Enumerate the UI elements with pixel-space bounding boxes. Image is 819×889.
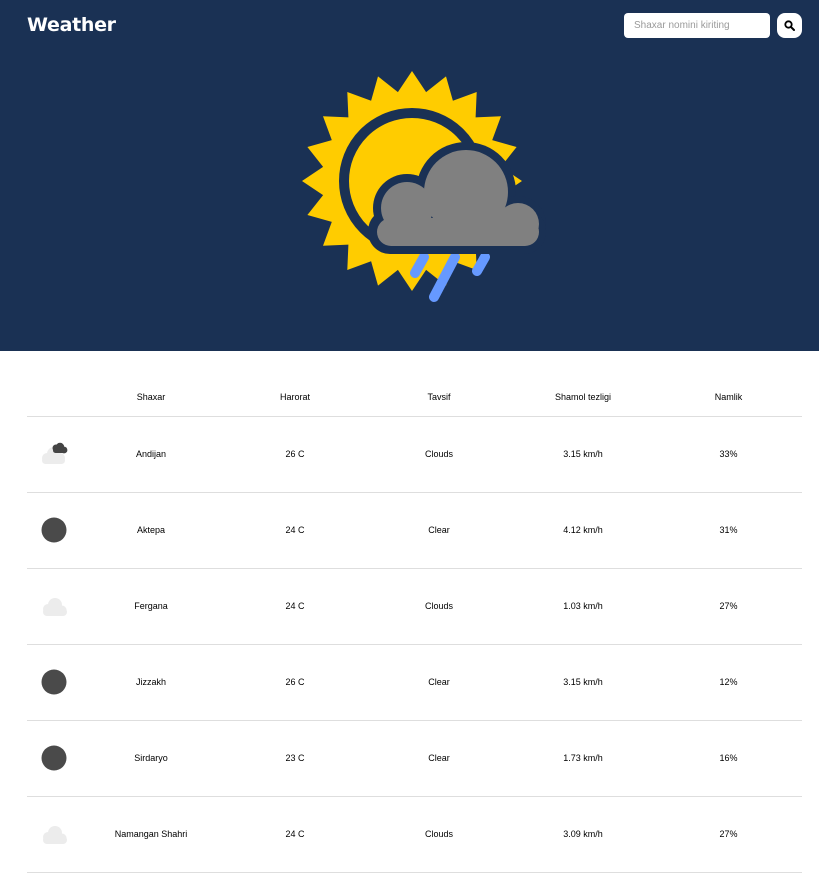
wind-speed-cell: 3.09 km/h — [511, 796, 655, 873]
table-header-row: Shaxar Harorat Tavsif Shamol tezligi Nam… — [27, 379, 802, 417]
search-button[interactable] — [777, 13, 802, 38]
weather-icon-cell — [27, 720, 79, 797]
humidity-cell: 12% — [655, 644, 802, 721]
table-row: Andijan 26 C Clouds 3.15 km/h 33% — [27, 416, 802, 493]
weather-icon-cell — [27, 796, 79, 873]
header-city: Shaxar — [79, 379, 223, 417]
humidity-cell: 31% — [655, 492, 802, 569]
description-cell: Clouds — [367, 568, 511, 645]
header-description: Tavsif — [367, 379, 511, 417]
wind-speed-cell: 4.12 km/h — [511, 492, 655, 569]
search-input[interactable] — [624, 13, 770, 38]
header-humidity: Namlik — [655, 379, 802, 417]
humidity-cell: 27% — [655, 568, 802, 645]
description-cell: Clear — [367, 644, 511, 721]
wind-speed-cell: 1.03 km/h — [511, 568, 655, 645]
temperature-cell: 24 C — [223, 492, 367, 569]
humidity-cell: 33% — [655, 416, 802, 493]
city-cell: Namangan Shahri — [79, 796, 223, 873]
weather-icon-cell — [27, 568, 79, 645]
weather-table-container: Shaxar Harorat Tavsif Shamol tezligi Nam… — [27, 379, 802, 873]
weather-table: Shaxar Harorat Tavsif Shamol tezligi Nam… — [27, 379, 802, 873]
table-row: Fergana 24 C Clouds 1.03 km/h 27% — [27, 568, 802, 645]
temperature-cell: 24 C — [223, 796, 367, 873]
description-cell: Clouds — [367, 796, 511, 873]
search-icon — [784, 20, 795, 31]
humidity-cell: 16% — [655, 720, 802, 797]
header-wind-speed: Shamol tezligi — [511, 379, 655, 417]
cloud-icon — [43, 598, 67, 616]
humidity-cell: 27% — [655, 796, 802, 873]
temperature-cell: 23 C — [223, 720, 367, 797]
city-cell: Fergana — [79, 568, 223, 645]
temperature-cell: 24 C — [223, 568, 367, 645]
header-temperature: Harorat — [223, 379, 367, 417]
sun-cloud-rain-icon — [302, 71, 546, 302]
city-cell: Sirdaryo — [79, 720, 223, 797]
clear-moon-icon — [41, 669, 67, 695]
cloud-icon — [43, 826, 67, 844]
description-cell: Clear — [367, 492, 511, 569]
description-cell: Clear — [367, 720, 511, 797]
temperature-cell: 26 C — [223, 644, 367, 721]
wind-speed-cell: 1.73 km/h — [511, 720, 655, 797]
table-row: Namangan Shahri 24 C Clouds 3.09 km/h 27… — [27, 796, 802, 873]
weather-icon-cell — [27, 416, 79, 493]
app-title: Weather — [27, 14, 116, 36]
clear-moon-icon — [41, 517, 67, 543]
table-row: Sirdaryo 23 C Clear 1.73 km/h 16% — [27, 720, 802, 797]
weather-icon-cell — [27, 492, 79, 569]
header: Weather — [0, 0, 819, 351]
city-cell: Jizzakh — [79, 644, 223, 721]
description-cell: Clouds — [367, 416, 511, 493]
clear-moon-icon — [41, 745, 67, 771]
weather-icon-cell — [27, 644, 79, 721]
table-row: Jizzakh 26 C Clear 3.15 km/h 12% — [27, 644, 802, 721]
city-cell: Aktepa — [79, 492, 223, 569]
temperature-cell: 26 C — [223, 416, 367, 493]
wind-speed-cell: 3.15 km/h — [511, 416, 655, 493]
wind-speed-cell: 3.15 km/h — [511, 644, 655, 721]
table-row: Aktepa 24 C Clear 4.12 km/h 31% — [27, 492, 802, 569]
city-cell: Andijan — [79, 416, 223, 493]
broken-clouds-icon — [42, 442, 68, 464]
header-icon-col — [27, 379, 79, 417]
